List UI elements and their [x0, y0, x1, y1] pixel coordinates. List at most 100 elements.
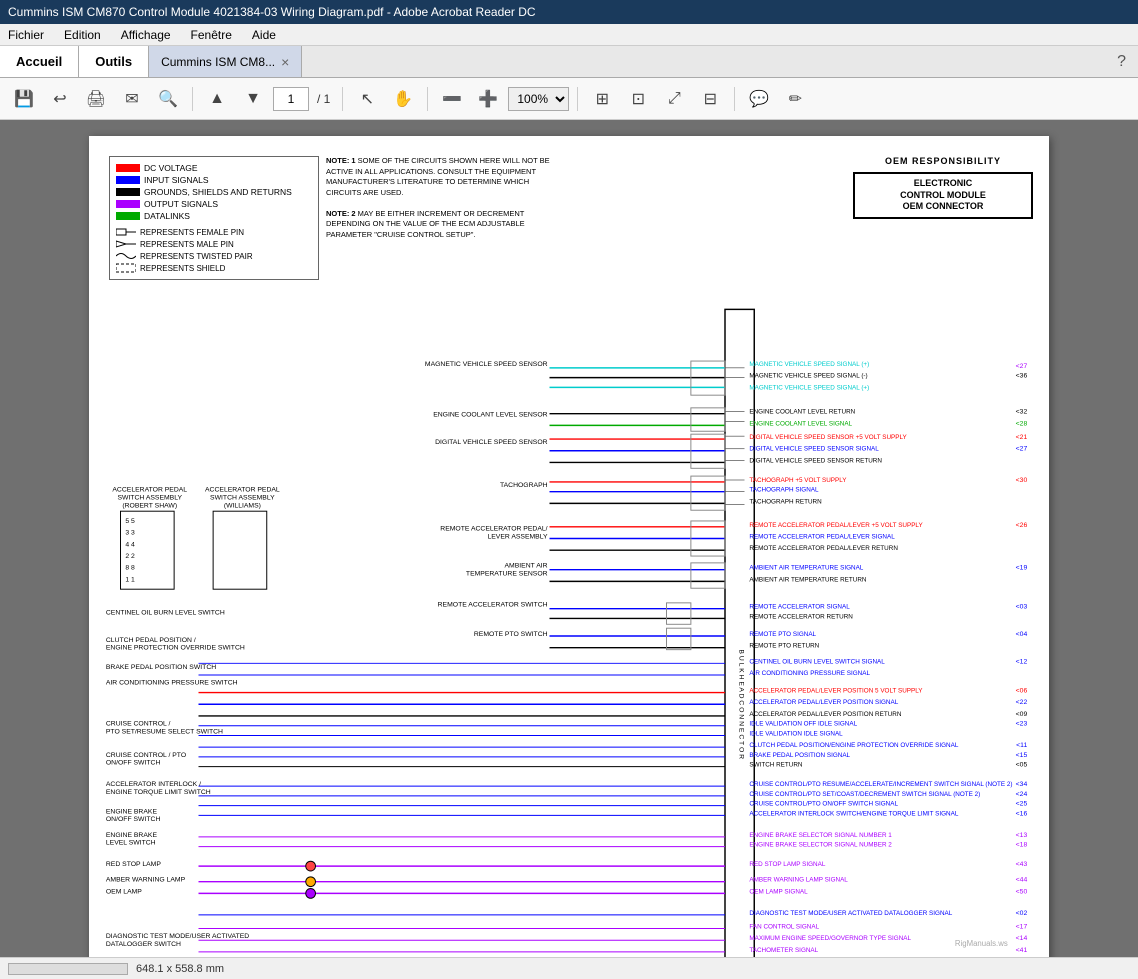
- cruise-sig-2: CRUISE CONTROL/PTO SET/COAST/DECREMENT S…: [749, 791, 980, 798]
- pin-30: <30: [1016, 477, 1028, 484]
- back-button[interactable]: ↩: [44, 83, 76, 115]
- diag-sig: DIAGNOSTIC TEST MODE/USER ACTIVATED DATA…: [749, 910, 952, 917]
- wiring-diagram-svg: B U L K H E A D C O N N E C T O R: [101, 148, 1037, 957]
- brake-sig: BRAKE PEDAL POSITION SIGNAL: [749, 752, 850, 759]
- menu-fichier[interactable]: Fichier: [4, 26, 48, 44]
- oemlamp-sig: OEM LAMP SIGNAL: [749, 888, 808, 895]
- diagtest-label2: DATALOGGER SWITCH: [106, 941, 181, 948]
- fit-page-button[interactable]: ⊞: [586, 83, 618, 115]
- accitq-sig: ACCELERATOR INTERLOCK SWITCH/ENGINE TORQ…: [749, 810, 958, 817]
- pin-27: <27: [1016, 363, 1028, 370]
- rapl-label2: LEVER ASSEMBLY: [487, 534, 548, 541]
- fanctl-sig: FAN CONTROL SIGNAL: [749, 924, 819, 931]
- tab-document[interactable]: Cummins ISM CM8... ×: [149, 46, 302, 77]
- clutchped-label1: CLUTCH PEDAL POSITION /: [106, 637, 196, 644]
- wiring-diagram: DC VOLTAGE INPUT SIGNALS GROUNDS, SHIELD…: [101, 148, 1037, 957]
- menu-fenetre[interactable]: Fenêtre: [187, 26, 236, 44]
- document-page: DC VOLTAGE INPUT SIGNALS GROUNDS, SHIELD…: [89, 136, 1049, 957]
- pin-4-4: 4 4: [125, 541, 135, 548]
- zoom-select[interactable]: 100% 75% 50% 125% 150% 200%: [508, 87, 569, 111]
- hand-tool-button[interactable]: ✋: [387, 83, 419, 115]
- pin-24: <24: [1016, 791, 1028, 798]
- menu-edition[interactable]: Edition: [60, 26, 105, 44]
- cruise-sig-1: CRUISE CONTROL/PTO RESUME/ACCELERATE/INC…: [749, 781, 1012, 788]
- pin-16: <16: [1016, 810, 1028, 817]
- sep-2: [342, 87, 343, 111]
- aats-label1: AMBIENT AIR: [505, 563, 548, 570]
- tab-home[interactable]: Accueil: [0, 46, 79, 77]
- brakeped-label: BRAKE PEDAL POSITION SWITCH: [106, 664, 216, 671]
- rapl-label1: REMOTE ACCELERATOR PEDAL/: [440, 526, 547, 533]
- tab-tools[interactable]: Outils: [79, 46, 149, 77]
- dvss-sig-3: DIGITAL VEHICLE SPEED SENSOR RETURN: [749, 457, 882, 464]
- mvss-sig-3: MAGNETIC VEHICLE SPEED SIGNAL (+): [749, 384, 869, 391]
- mvss-label: MAGNETIC VEHICLE SPEED SENSOR: [425, 361, 548, 368]
- ebsel-sig-1: ENGINE BRAKE SELECTOR SIGNAL NUMBER 1: [749, 832, 892, 839]
- pin-19: <19: [1016, 565, 1028, 572]
- email-button[interactable]: ✉: [116, 83, 148, 115]
- rap-sig-2: REMOTE ACCELERATOR PEDAL/LEVER SIGNAL: [749, 534, 895, 541]
- main-content: DC VOLTAGE INPUT SIGNALS GROUNDS, SHIELD…: [0, 120, 1138, 957]
- clutch-sig: CLUTCH PEDAL POSITION/ENGINE PROTECTION …: [749, 742, 958, 749]
- ecl-sig-2: ENGINE COOLANT LEVEL SIGNAL: [749, 420, 852, 427]
- ras-sig-2: REMOTE ACCELERATOR RETURN: [749, 613, 853, 620]
- pin-11: <11: [1016, 742, 1027, 749]
- cruise-sig-3: CRUISE CONTROL/PTO ON/OFF SWITCH SIGNAL: [749, 801, 898, 808]
- pin-32: <32: [1016, 409, 1028, 416]
- zoom-out-button[interactable]: ➖: [436, 83, 468, 115]
- amberwarn-led: [306, 877, 316, 887]
- horizontal-scrollbar[interactable]: [8, 963, 128, 975]
- page-number-input[interactable]: [273, 87, 309, 111]
- accsw-label2: SWITCH ASSEMBLY: [117, 494, 182, 501]
- cruisectl-label1: CRUISE CONTROL /: [106, 721, 171, 728]
- document-view[interactable]: DC VOLTAGE INPUT SIGNALS GROUNDS, SHIELD…: [0, 120, 1138, 957]
- pin-15: <15: [1016, 752, 1028, 759]
- cursor-tool-button[interactable]: ↖: [351, 83, 383, 115]
- tab-close-button[interactable]: ×: [281, 54, 289, 70]
- search-button[interactable]: 🔍: [152, 83, 184, 115]
- tab-bar: Accueil Outils Cummins ISM CM8... × ?: [0, 46, 1138, 78]
- engbrake-label2: ON/OFF SWITCH: [106, 816, 161, 823]
- app-sig-3: ACCELERATOR PEDAL/LEVER POSITION RETURN: [749, 711, 901, 718]
- idle-sig-1: IDLE VALIDATION OFF IDLE SIGNAL: [749, 721, 857, 728]
- fullscreen-button[interactable]: ⤢: [658, 83, 690, 115]
- rps-sig-2: REMOTE PTO RETURN: [749, 643, 819, 650]
- menu-bar: Fichier Edition Affichage Fenêtre Aide: [0, 24, 1138, 46]
- pin-41: <41: [1016, 947, 1028, 954]
- pin-43: <43: [1016, 861, 1028, 868]
- mvss-sig-1: MAGNETIC VEHICLE SPEED SIGNAL (+): [749, 361, 869, 368]
- pin-13: <13: [1016, 832, 1028, 839]
- fit-width-button[interactable]: ⊡: [622, 83, 654, 115]
- ras-label: REMOTE ACCELERATOR SWITCH: [438, 602, 548, 609]
- zoom-in-button[interactable]: ➕: [472, 83, 504, 115]
- pin-22: <22: [1016, 699, 1028, 706]
- pin-5-5: 5 5: [125, 518, 135, 525]
- pin-2-2: 2 2: [125, 553, 135, 560]
- app-sig-1: ACCELERATOR PEDAL/LEVER POSITION 5 VOLT …: [749, 688, 923, 695]
- accsw-label3: (ROBERT SHAW): [122, 502, 177, 509]
- redstop-sig: RED STOP LAMP SIGNAL: [749, 861, 825, 868]
- next-page-button[interactable]: ▼: [237, 83, 269, 115]
- tab-help-button[interactable]: ?: [1105, 53, 1138, 71]
- amberwarn-label: AMBER WARNING LAMP: [106, 877, 186, 884]
- pin-28: <28: [1016, 420, 1028, 427]
- pin-09: <09: [1016, 711, 1028, 718]
- pin-25: <25: [1016, 801, 1028, 808]
- rpts-connector: [667, 628, 691, 649]
- ecls-label: ENGINE COOLANT LEVEL SENSOR: [433, 412, 547, 419]
- rap-sig-3: REMOTE ACCELERATOR PEDAL/LEVER RETURN: [749, 545, 898, 552]
- pin-34: <34: [1016, 781, 1028, 788]
- present-button[interactable]: ⊟: [694, 83, 726, 115]
- aat-connector: [691, 563, 725, 588]
- annotate-button[interactable]: ✏: [779, 83, 811, 115]
- save-button[interactable]: 💾: [8, 83, 40, 115]
- oemlamp-label: OEM LAMP: [106, 888, 142, 895]
- accsw2-label3: (WILLIAMS): [224, 502, 261, 509]
- prev-page-button[interactable]: ▲: [201, 83, 233, 115]
- menu-aide[interactable]: Aide: [248, 26, 280, 44]
- title-text: Cummins ISM CM870 Control Module 4021384…: [8, 5, 536, 19]
- comment-button[interactable]: 💬: [743, 83, 775, 115]
- menu-affichage[interactable]: Affichage: [117, 26, 175, 44]
- print-button[interactable]: 🖨: [80, 83, 112, 115]
- tach-sig-1: TACHOGRAPH +5 VOLT SUPPLY: [749, 477, 847, 484]
